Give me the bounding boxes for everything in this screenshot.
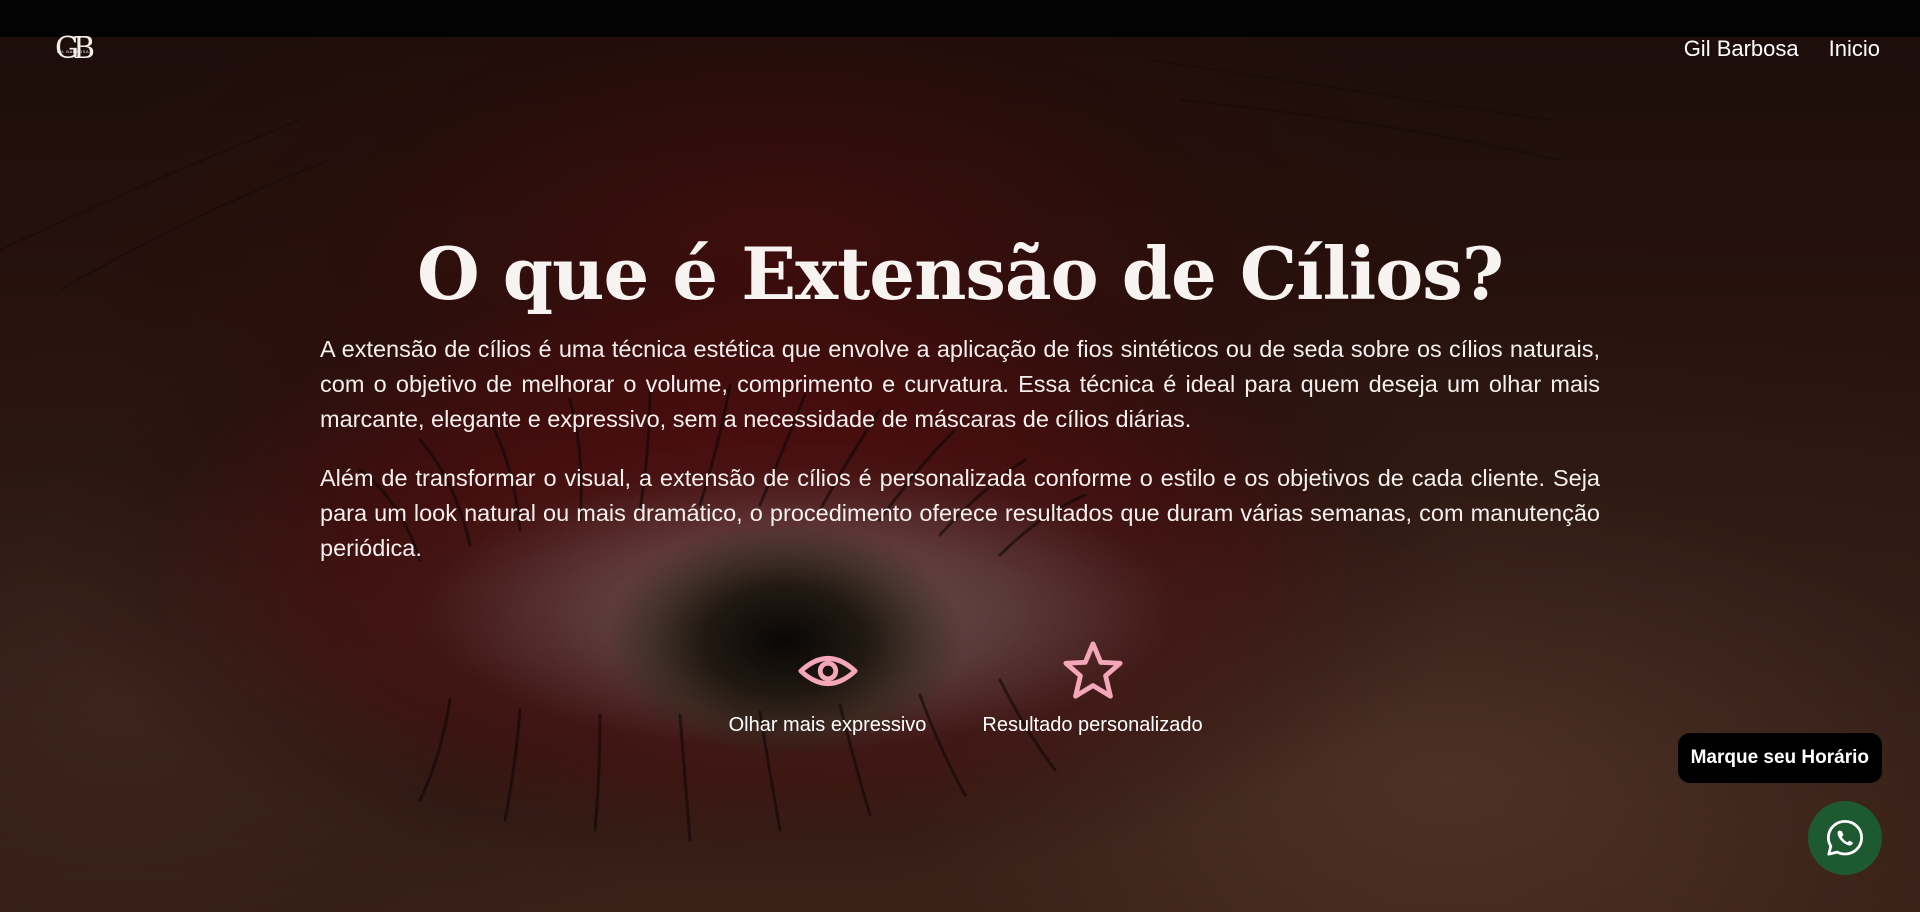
whatsapp-icon [1826, 819, 1864, 856]
page-title: O que é Extensão de Cílios? [416, 231, 1504, 316]
top-bar [0, 0, 1920, 37]
feature-label: Olhar mais expressivo [728, 714, 927, 736]
brand-logo[interactable]: GB GIL BARBOSA [44, 28, 100, 70]
nav-item-gil-barbosa[interactable]: Gil Barbosa [1684, 36, 1799, 62]
eye-icon [797, 656, 858, 686]
nav-item-inicio[interactable]: Inicio [1829, 36, 1880, 62]
page: GB GIL BARBOSA Gil Barbosa Inicio O que … [0, 0, 1920, 912]
feature-item: Olhar mais expressivo [720, 640, 935, 737]
feature-label: Resultado personalizado [982, 714, 1203, 736]
details-paragraph: Além de transformar o visual, a extensão… [320, 465, 1600, 561]
features-row: Olhar mais expressivo Resultado personal… [0, 640, 1920, 737]
main-nav: Gil Barbosa Inicio [1684, 36, 1880, 62]
intro-paragraph: A extensão de cílios é uma técnica estét… [320, 336, 1600, 432]
hero-content: O que é Extensão de Cílios? A extensão d… [320, 230, 1600, 566]
feature-item: Resultado personalizado [982, 640, 1203, 737]
logo-tagline: GIL BARBOSA [56, 49, 90, 54]
book-appointment-button[interactable]: Marque seu Horário [1677, 733, 1882, 783]
star-icon [1062, 641, 1123, 699]
whatsapp-button[interactable] [1808, 801, 1882, 875]
